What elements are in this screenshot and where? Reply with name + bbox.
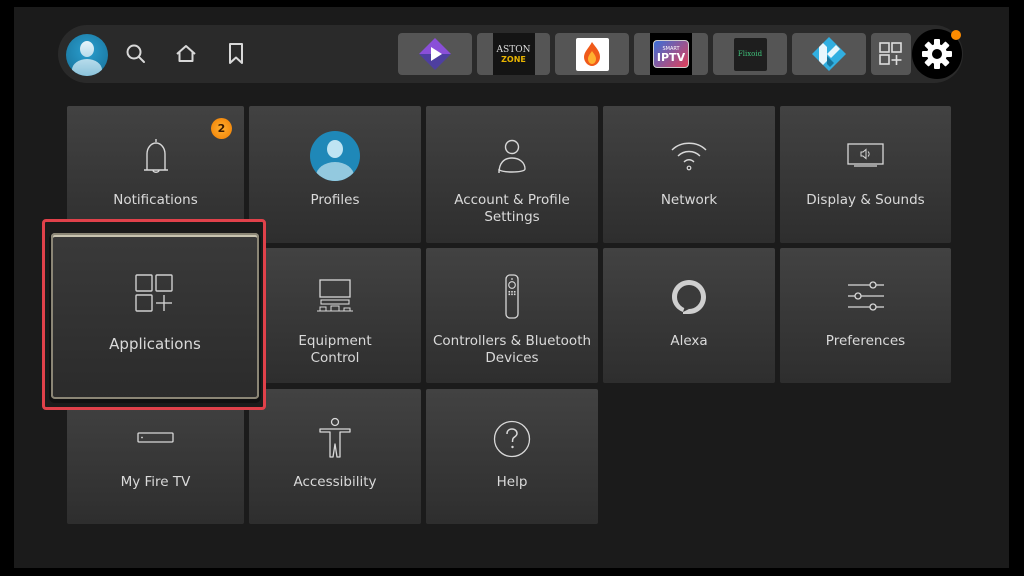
avatar-head [80, 41, 94, 57]
search-icon[interactable] [123, 40, 149, 68]
tile-label: Help [496, 474, 528, 490]
flixoid-icon-text: Flixoid [737, 50, 763, 58]
tile-label-line2: Devices [485, 350, 539, 366]
apps-grid-plus-icon [879, 42, 902, 65]
notification-count-badge: 2 [211, 118, 232, 139]
gear-icon [922, 39, 952, 69]
app-fire[interactable] [555, 33, 629, 75]
profile-avatar-icon [249, 131, 421, 181]
tile-controllers-bluetooth[interactable]: Controllers & Bluetooth Devices [426, 248, 598, 383]
tile-label: Network [660, 192, 718, 208]
tile-label: My Fire TV [120, 474, 191, 490]
app-aston[interactable]: ASTON ZONE [477, 33, 550, 75]
fire-tv-device-icon [67, 431, 244, 445]
tile-profiles[interactable]: Profiles [249, 106, 421, 243]
display-sound-icon [780, 142, 951, 170]
tile-preferences[interactable]: Preferences [780, 248, 951, 383]
tile-label-line2: Control [310, 350, 360, 366]
avatar-body [72, 59, 102, 76]
tile-label: Accessibility [293, 474, 377, 490]
tile-label: Account & Profile [454, 192, 570, 208]
settings-notification-dot [951, 30, 961, 40]
remote-icon [426, 274, 598, 320]
bookmark-icon[interactable] [223, 40, 249, 68]
flame-icon [575, 37, 609, 71]
tile-label: Notifications [113, 192, 198, 208]
app-kodi[interactable] [792, 33, 866, 75]
aston-icon-subtext: ZONE [501, 54, 526, 64]
person-icon [426, 136, 598, 176]
app-smart-iptv[interactable]: SMART IPTV [634, 33, 708, 75]
tile-label: Display & Sounds [806, 192, 925, 208]
tile-equipment-control[interactable]: Equipment Control [249, 248, 421, 383]
wifi-icon [603, 138, 775, 174]
app-stremio[interactable] [398, 33, 472, 75]
all-apps-button[interactable] [871, 33, 911, 75]
tile-accessibility[interactable]: Accessibility [249, 389, 421, 524]
app-flixoid[interactable]: Flixoid [713, 33, 787, 75]
tile-label: Equipment [298, 333, 372, 349]
home-icon[interactable] [173, 40, 199, 68]
kodi-icon [812, 37, 846, 71]
tile-label: Profiles [310, 192, 360, 208]
aston-icon-text: ASTON [496, 44, 531, 55]
tile-alexa[interactable]: Alexa [603, 248, 775, 383]
tile-label: Preferences [825, 333, 906, 349]
bell-icon [67, 136, 244, 176]
tile-label: Controllers & Bluetooth [432, 333, 592, 349]
tile-network[interactable]: Network [603, 106, 775, 243]
tile-label-line2: Settings [484, 209, 540, 225]
smart-iptv-text: IPTV [656, 50, 686, 64]
help-icon [426, 419, 598, 459]
stremio-icon [419, 38, 451, 70]
equipment-icon [249, 278, 421, 314]
tile-help[interactable]: Help [426, 389, 598, 524]
accessibility-icon [249, 417, 421, 459]
aston-icon: ASTON ZONE [492, 33, 535, 75]
smart-iptv-icon: SMART IPTV [650, 33, 692, 75]
sliders-icon [780, 280, 951, 314]
user-avatar[interactable] [66, 34, 108, 76]
alexa-icon [603, 277, 775, 317]
tile-display-sounds[interactable]: Display & Sounds [780, 106, 951, 243]
tile-label: Applications [109, 335, 201, 353]
tile-account-profile-settings[interactable]: Account & Profile Settings [426, 106, 598, 243]
tile-applications[interactable]: Applications [51, 233, 259, 399]
flixoid-icon: Flixoid [733, 37, 767, 71]
apps-grid-plus-icon [51, 273, 259, 315]
tile-label: Alexa [670, 333, 708, 349]
